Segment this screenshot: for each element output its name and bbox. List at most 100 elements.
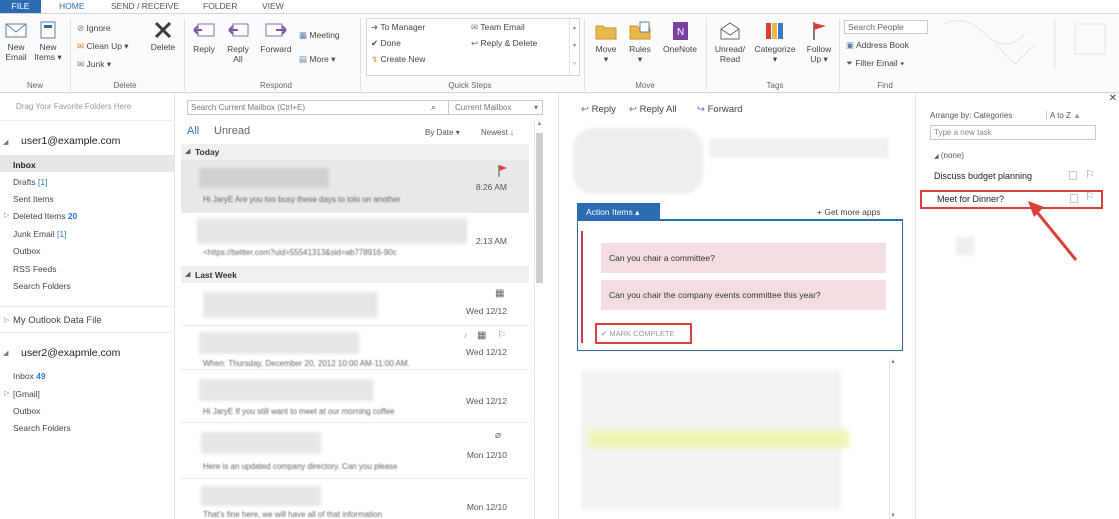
scrollbar-thumb[interactable] bbox=[536, 133, 543, 283]
filter-email-label: Filter Email bbox=[855, 58, 898, 68]
quick-step-done[interactable]: ✔ Done bbox=[371, 38, 401, 49]
data-file-header[interactable]: My Outlook Data File bbox=[13, 315, 102, 326]
new-task-input[interactable]: Type a new task bbox=[930, 125, 1096, 140]
quick-step-create-new[interactable]: ↯ Create New bbox=[371, 54, 425, 65]
new-items-button[interactable]: New Items ▾ bbox=[32, 20, 64, 62]
scroll-up-icon[interactable]: ▲ bbox=[535, 121, 544, 127]
clean-up-button[interactable]: ✉ Clean Up ▾ bbox=[77, 41, 129, 52]
reading-forward-button[interactable]: ↪ Forward bbox=[697, 104, 742, 115]
reply-all-button[interactable]: Reply All bbox=[222, 20, 254, 64]
search-icon[interactable]: ⌕ bbox=[431, 102, 436, 113]
quick-step-reply-delete[interactable]: ↩ Reply & Delete bbox=[471, 38, 537, 49]
forward-icon bbox=[265, 23, 287, 37]
meeting-button[interactable]: ▦ Meeting bbox=[299, 30, 340, 41]
rules-button[interactable]: Rules ▾ bbox=[624, 20, 656, 64]
search-mailbox-input[interactable]: Search Current Mailbox (Ctrl+E) bbox=[187, 100, 449, 115]
get-more-apps-button[interactable]: + Get more apps bbox=[817, 207, 881, 217]
move-button[interactable]: Move ▾ bbox=[590, 20, 622, 64]
sort-order-button[interactable]: Newest ↓ bbox=[481, 128, 514, 137]
folder-inbox-2[interactable]: Inbox 49 bbox=[13, 371, 46, 381]
follow-up-button[interactable]: Follow Up ▾ bbox=[802, 20, 836, 64]
action-items-tab[interactable]: Action Items ▴ bbox=[577, 203, 660, 221]
group-find-label: Find bbox=[877, 81, 893, 90]
section-header-last-week[interactable]: ◢ Last Week bbox=[181, 267, 529, 283]
filter-unread-tab[interactable]: Unread bbox=[214, 125, 250, 137]
mail-item[interactable]: Here is an updated company directory. Ca… bbox=[181, 424, 529, 479]
folder-drafts[interactable]: Drafts [1] bbox=[13, 177, 48, 187]
filter-all-tab[interactable]: All bbox=[187, 125, 199, 137]
folder-junk-email[interactable]: Junk Email [1] bbox=[13, 229, 66, 239]
mail-item[interactable]: That's fine here, we will have all of th… bbox=[181, 480, 529, 519]
mail-item[interactable]: Wed 12/12 ▦ bbox=[181, 284, 529, 326]
folder-outbox[interactable]: Outbox bbox=[13, 246, 40, 256]
quick-step-team-email[interactable]: ✉ Team Email bbox=[471, 22, 525, 33]
task-checkbox[interactable] bbox=[1069, 171, 1077, 180]
search-scope-dropdown[interactable]: Current Mailbox ▾ bbox=[449, 100, 543, 115]
sort-a-to-z[interactable]: A to Z ▲ bbox=[1046, 111, 1081, 120]
search-scope-label: Current Mailbox bbox=[455, 103, 512, 112]
sort-by-dropdown[interactable]: By Date ▾ bbox=[425, 128, 460, 137]
junk-button[interactable]: ✉ Junk ▾ bbox=[77, 59, 111, 70]
flag-outline-icon[interactable]: ⚐ bbox=[497, 330, 506, 341]
folder-outbox-2[interactable]: Outbox bbox=[13, 406, 40, 416]
folder-search-folders-2[interactable]: Search Folders bbox=[13, 423, 71, 433]
collapse-arrow-icon[interactable]: ◢ bbox=[3, 138, 8, 146]
delete-button[interactable]: Delete bbox=[146, 20, 180, 52]
quick-step-label: Team Email bbox=[480, 22, 525, 32]
search-people-input[interactable]: Search People bbox=[844, 20, 928, 34]
flag-outline-icon[interactable]: ⚐ bbox=[1085, 168, 1095, 181]
action-item-2[interactable]: Can you chair the company events committ… bbox=[601, 280, 886, 310]
reading-reply-button[interactable]: ↩ Reply bbox=[581, 104, 616, 115]
task-group-none[interactable]: ◢ (none) bbox=[934, 151, 964, 160]
mark-complete-button[interactable]: ✔ MARK COMPLETE bbox=[595, 323, 692, 344]
expand-arrow-icon[interactable]: ▷ bbox=[4, 389, 9, 397]
ignore-button[interactable]: ⊘ Ignore bbox=[77, 23, 111, 34]
tab-view[interactable]: VIEW bbox=[262, 0, 284, 13]
address-book-button[interactable]: ▣ Address Book bbox=[846, 40, 909, 51]
flag-outline-icon[interactable]: ⚐ bbox=[1085, 190, 1095, 203]
message-list-scrollbar[interactable]: ▲ bbox=[534, 121, 544, 519]
more-button[interactable]: ▤ More ▾ bbox=[299, 54, 335, 65]
flag-icon[interactable] bbox=[497, 164, 509, 178]
mail-date: Wed 12/12 bbox=[466, 396, 507, 406]
folder-sent-items[interactable]: Sent Items bbox=[13, 194, 54, 204]
forward-button[interactable]: Forward bbox=[256, 20, 296, 54]
quick-step-label: Done bbox=[380, 38, 401, 48]
task-item[interactable]: Discuss budget planning bbox=[934, 171, 1032, 181]
account-header-1[interactable]: user1@example.com bbox=[13, 130, 155, 152]
tab-send-receive[interactable]: SEND / RECEIVE bbox=[111, 0, 179, 13]
folder-gmail[interactable]: [Gmail] bbox=[13, 389, 40, 399]
onenote-button[interactable]: N OneNote bbox=[658, 20, 702, 54]
close-icon[interactable]: ✕ bbox=[1109, 93, 1117, 104]
scroll-down-icon[interactable]: ▼ bbox=[890, 513, 896, 519]
collapse-arrow-icon[interactable]: ◢ bbox=[3, 349, 8, 357]
quick-steps-scroll[interactable]: ▴ ▾ ▿ bbox=[569, 19, 579, 75]
mail-item[interactable]: <https://twitter.com?uid=55541313&sid=ab… bbox=[181, 214, 529, 267]
mail-item[interactable]: When: Thursday, December 20, 2012 10:00 … bbox=[181, 327, 529, 370]
account-header-2[interactable]: user2@exapmle.com bbox=[13, 342, 155, 364]
section-header-today[interactable]: ◢ Today bbox=[181, 144, 529, 160]
folder-rss-feeds[interactable]: RSS Feeds bbox=[13, 264, 56, 274]
tab-file[interactable]: FILE bbox=[0, 0, 41, 13]
expand-arrow-icon[interactable]: ▷ bbox=[4, 316, 9, 324]
tab-folder[interactable]: FOLDER bbox=[203, 0, 237, 13]
mail-item[interactable]: Hi JaryE If you still want to meet at ou… bbox=[181, 371, 529, 423]
quick-step-to-manager[interactable]: ➜ To Manager bbox=[371, 22, 425, 33]
folder-deleted-items[interactable]: Deleted Items 20 bbox=[13, 211, 77, 221]
reading-scrollbar[interactable]: ▲ ▼ bbox=[889, 359, 899, 519]
action-item-1[interactable]: Can you chair a committee? bbox=[601, 243, 886, 273]
folder-inbox[interactable]: Inbox bbox=[13, 160, 36, 170]
reply-button[interactable]: Reply bbox=[188, 20, 220, 54]
more-icon: ▤ bbox=[299, 54, 308, 64]
scroll-up-icon[interactable]: ▲ bbox=[890, 359, 896, 365]
junk-label: Junk bbox=[86, 59, 105, 69]
unread-read-button[interactable]: Unread/ Read bbox=[710, 20, 750, 64]
mail-item-selected[interactable]: Hi JaryE Are you too busy these days to … bbox=[181, 160, 529, 213]
arrange-by-dropdown[interactable]: Arrange by: Categories bbox=[930, 111, 1012, 120]
new-email-button[interactable]: New Email bbox=[2, 20, 30, 62]
expand-arrow-icon[interactable]: ▷ bbox=[4, 211, 9, 219]
filter-email-button[interactable]: ⏷ Filter Email ▾ bbox=[846, 58, 904, 69]
categorize-button[interactable]: Categorize ▾ bbox=[750, 20, 800, 64]
reading-reply-all-button[interactable]: ↩ Reply All bbox=[629, 104, 677, 115]
folder-search-folders[interactable]: Search Folders bbox=[13, 281, 71, 291]
